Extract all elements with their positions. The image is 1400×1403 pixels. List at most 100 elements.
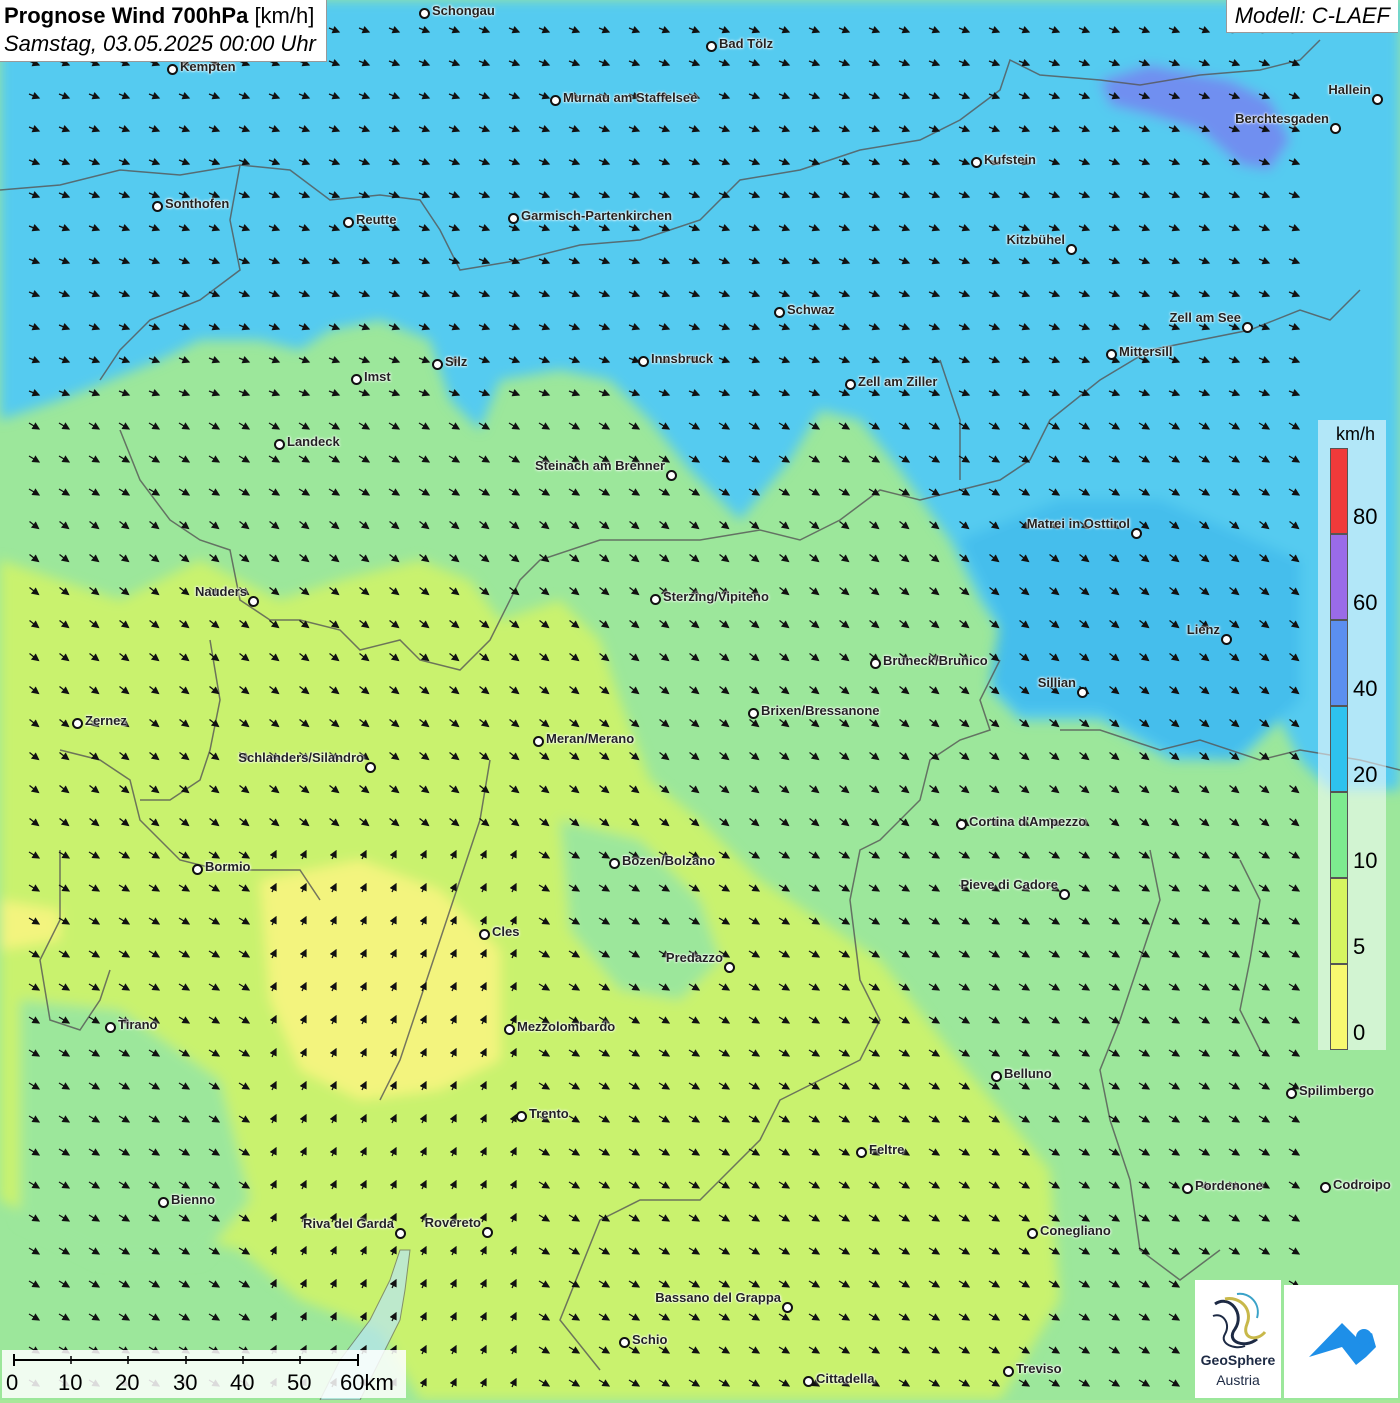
city-marker xyxy=(845,379,856,390)
city-marker xyxy=(1221,634,1232,645)
city-marker xyxy=(192,864,203,875)
city-marker xyxy=(1106,349,1117,360)
legend-label: 40 xyxy=(1353,676,1378,701)
city-label: Lienz xyxy=(1186,622,1220,637)
city-label: Brixen/Bressanone xyxy=(761,703,880,718)
city-marker xyxy=(1077,687,1088,698)
city-label: Garmisch-Partenkirchen xyxy=(521,208,673,223)
city-label: Schongau xyxy=(432,3,495,18)
legend-label: 5 xyxy=(1353,934,1366,959)
city-marker xyxy=(72,718,83,729)
city-marker xyxy=(516,1111,527,1122)
city-marker xyxy=(351,374,362,385)
city-label: Murnau am Staffelsee xyxy=(563,90,698,105)
logo-name-line2: Austria xyxy=(1216,1372,1260,1388)
city-label: Bad Tölz xyxy=(719,36,774,51)
city-label: Pieve di Cadore xyxy=(960,877,1058,892)
legend-label: 0 xyxy=(1353,1020,1366,1045)
legend-swatch xyxy=(1330,878,1348,964)
city-marker xyxy=(248,596,259,607)
geosphere-emblem-icon xyxy=(1212,1292,1267,1349)
legend-unit: km/h xyxy=(1336,424,1376,444)
city-marker xyxy=(748,708,759,719)
city-label: Treviso xyxy=(1016,1361,1062,1376)
city-marker xyxy=(650,594,661,605)
city-marker xyxy=(956,819,967,830)
city-marker xyxy=(609,858,620,869)
brand-cloud-logo xyxy=(1284,1285,1398,1398)
city-marker xyxy=(365,762,376,773)
city-marker xyxy=(870,658,881,669)
city-label: Silz xyxy=(445,354,468,369)
legend-swatch xyxy=(1330,706,1348,792)
city-marker xyxy=(782,1302,793,1313)
city-label: Bormio xyxy=(205,859,251,874)
city-marker xyxy=(619,1337,630,1348)
legend-label: 10 xyxy=(1353,848,1378,873)
city-label: Feltre xyxy=(869,1142,905,1157)
city-marker xyxy=(533,736,544,747)
color-legend: km/h 80 60 40 20 10 5 0 xyxy=(1318,420,1386,1050)
city-marker xyxy=(419,8,430,19)
city-label: Zernez xyxy=(85,713,127,728)
city-label: Pordenone xyxy=(1195,1178,1263,1193)
scale-bar: 0 10 20 30 40 50 60km xyxy=(2,1350,406,1398)
city-marker xyxy=(504,1024,515,1035)
logo-name-line1: GeoSphere xyxy=(1200,1352,1276,1368)
city-label: Cortina d'Ampezzo xyxy=(969,814,1087,829)
city-marker xyxy=(158,1197,169,1208)
forecast-datetime: Samstag, 03.05.2025 00:00 Uhr xyxy=(4,31,316,56)
city-label: Zell am Ziller xyxy=(858,374,938,389)
city-label: Predazzo xyxy=(665,950,723,965)
scale-tick-label: 40 xyxy=(230,1370,255,1395)
scale-tick-label: 20 xyxy=(115,1370,140,1395)
legend-swatch xyxy=(1330,534,1348,620)
city-marker xyxy=(1059,889,1070,900)
city-marker xyxy=(666,470,677,481)
city-marker xyxy=(274,439,285,450)
city-marker xyxy=(343,217,354,228)
city-marker xyxy=(856,1147,867,1158)
city-label: Bassano del Grappa xyxy=(655,1290,781,1305)
cloud-arrow-icon xyxy=(1309,1323,1376,1365)
city-label: Hallein xyxy=(1328,82,1371,97)
city-label: Kitzbühel xyxy=(1006,232,1066,247)
legend-swatch xyxy=(1330,792,1348,878)
city-label: Cles xyxy=(492,924,520,939)
legend-swatch xyxy=(1330,620,1348,706)
city-label: Bozen/Bolzano xyxy=(622,853,716,868)
scale-tick-label: 30 xyxy=(173,1370,198,1395)
scale-tick-label: 0 xyxy=(6,1370,19,1395)
city-marker xyxy=(706,41,717,52)
scale-tick-label: 50 xyxy=(287,1370,312,1395)
city-marker xyxy=(482,1227,493,1238)
city-marker xyxy=(550,95,561,106)
city-marker xyxy=(1131,528,1142,539)
city-label: Nauders xyxy=(194,584,247,599)
city-marker xyxy=(508,213,519,224)
city-marker xyxy=(105,1022,116,1033)
city-label: Steinach am Brenner xyxy=(534,458,665,473)
city-label: Bienno xyxy=(171,1192,216,1207)
legend-label: 60 xyxy=(1353,590,1378,615)
city-label: Sillian xyxy=(1037,675,1076,690)
city-marker xyxy=(991,1071,1002,1082)
city-label: Berchtesgaden xyxy=(1235,111,1329,126)
legend-swatch xyxy=(1330,448,1348,534)
geosphere-logo: GeoSphere Austria xyxy=(1195,1280,1281,1398)
title-main: Prognose Wind 700hPa xyxy=(4,3,249,28)
city-marker xyxy=(638,356,649,367)
city-marker xyxy=(774,307,785,318)
city-marker xyxy=(803,1376,814,1387)
city-marker xyxy=(724,962,735,973)
city-label: Rovereto xyxy=(424,1215,481,1230)
legend-swatch xyxy=(1330,964,1348,1050)
city-marker xyxy=(167,64,178,75)
city-marker xyxy=(1330,123,1341,134)
city-marker xyxy=(1003,1366,1014,1377)
city-label: Codroipo xyxy=(1333,1177,1391,1192)
city-marker xyxy=(395,1228,406,1239)
city-label: Kempten xyxy=(180,59,236,74)
city-label: Belluno xyxy=(1004,1066,1052,1081)
city-marker xyxy=(1182,1183,1193,1194)
